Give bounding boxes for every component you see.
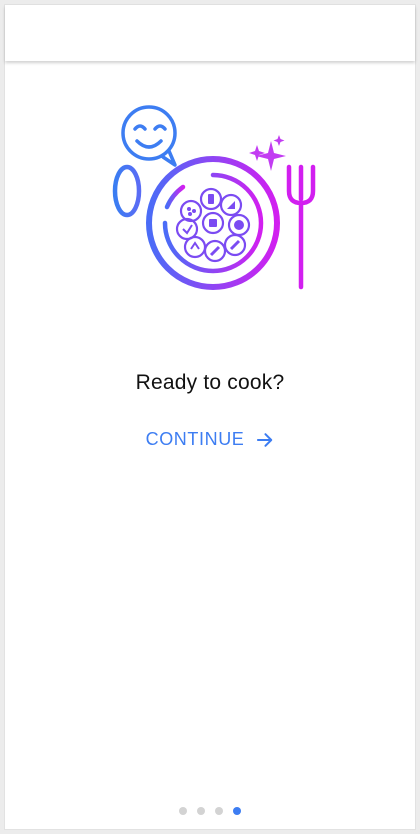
- page-title: Ready to cook?: [135, 371, 285, 394]
- page-dot[interactable]: [197, 807, 205, 815]
- fork-icon: [286, 164, 316, 290]
- app-frame: Ready to cook? CONTINUE: [4, 4, 416, 830]
- sparkle-icon: [249, 135, 286, 171]
- top-app-bar: [5, 5, 415, 61]
- continue-button[interactable]: CONTINUE: [140, 425, 281, 454]
- continue-button-label: CONTINUE: [145, 429, 245, 449]
- chef-plate-illustration: [101, 99, 317, 297]
- spoon-icon: [112, 164, 142, 290]
- smiley-bubble-icon: [121, 105, 177, 167]
- page-dot[interactable]: [179, 807, 187, 815]
- arrow-right-icon: [256, 432, 273, 447]
- page-indicator: [5, 807, 415, 815]
- page-dot[interactable]: [233, 807, 241, 815]
- onboarding-page: Ready to cook? CONTINUE: [5, 63, 415, 829]
- page-dot[interactable]: [215, 807, 223, 815]
